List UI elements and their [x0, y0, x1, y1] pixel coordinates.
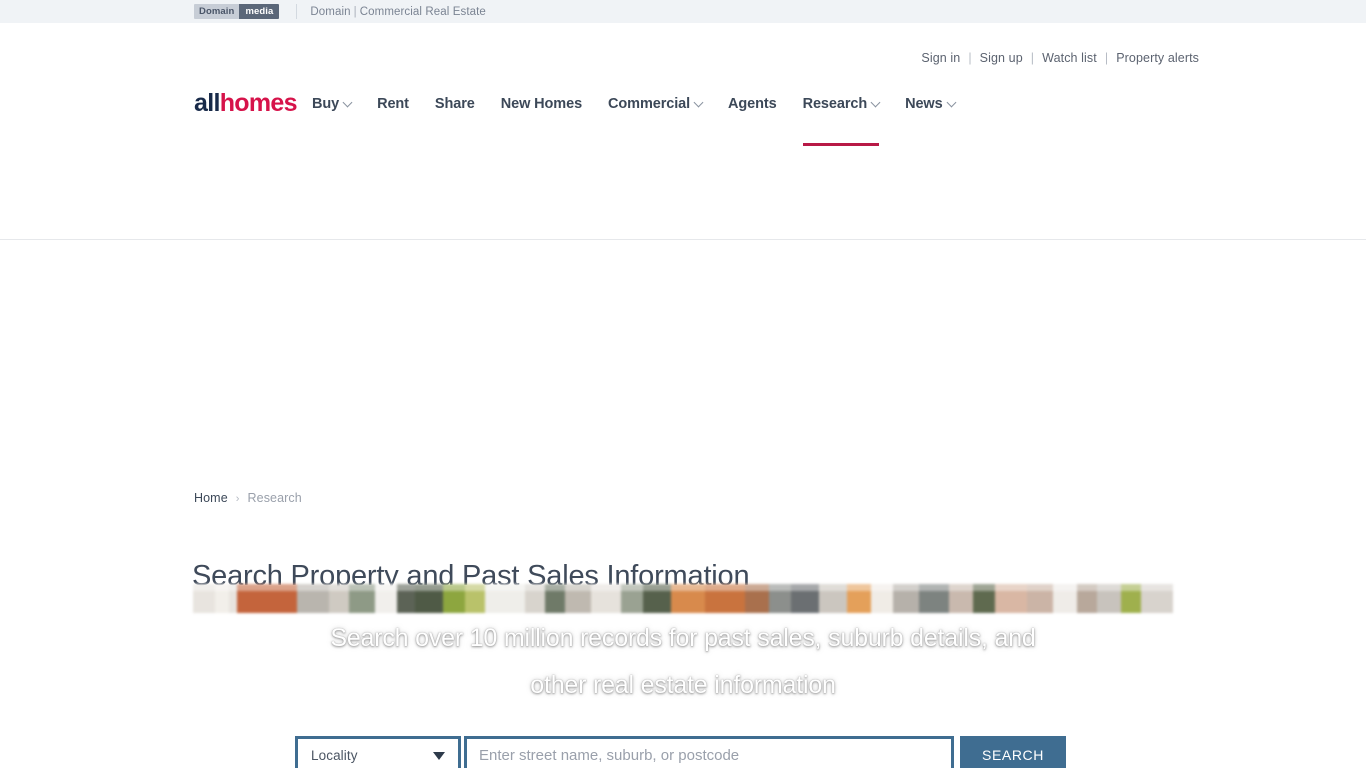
nav-item-share-label: Share: [434, 96, 475, 112]
account-links: Sign in | Sign up | Watch list | Property aler…: [920, 51, 1200, 65]
site-header: Sign in | Sign up | Watch list | Property aler…: [0, 23, 1366, 240]
nav-item-rent-label: Rent: [377, 96, 409, 112]
topbar-link-domain[interactable]: Domain: [310, 6, 350, 18]
nav-item-agents[interactable]: Agents: [728, 91, 777, 117]
top-utility-bar: Domain media Domain | Commercial Real Estat…: [0, 0, 1366, 23]
hero-caption: Search over 10 million records for past …: [193, 615, 1173, 709]
breadcrumb-home[interactable]: Home: [194, 491, 228, 505]
nav-item-new-homes[interactable]: New Homes: [501, 91, 582, 117]
nav-item-new-homes-label: New Homes: [500, 96, 583, 112]
nav-item-buy[interactable]: Buy: [312, 91, 353, 117]
hero-caption-line-2: other real estate information: [530, 671, 836, 699]
search-button[interactable]: SEARCH: [960, 736, 1066, 768]
nav-item-buy-label: Buy: [312, 96, 340, 112]
chevron-down-icon: [342, 97, 353, 108]
breadcrumb-arrow-icon: ›: [235, 493, 240, 505]
property-alerts-link[interactable]: Property alerts: [1115, 51, 1200, 65]
account-separator-1: |: [968, 51, 972, 65]
topbar-link-separator: |: [353, 5, 357, 18]
account-separator-2: |: [1030, 51, 1035, 65]
breadcrumb-current: Research: [247, 491, 302, 505]
search-category-select[interactable]: Locality: [295, 736, 461, 768]
chevron-down-icon: [693, 97, 704, 108]
nav-item-rent[interactable]: Rent: [377, 91, 409, 117]
domain-media-logo-media: media: [239, 4, 280, 19]
nav-item-agents-label: Agents: [728, 96, 777, 112]
allhomes-logo-all: all: [194, 89, 220, 117]
chevron-down-icon: [870, 97, 881, 108]
nav-item-news[interactable]: News: [905, 91, 957, 117]
topbar-link-commercial-real-estate[interactable]: Commercial Real Estate: [360, 6, 486, 18]
allhomes-logo[interactable]: allhomes: [194, 89, 297, 117]
nav-item-commercial[interactable]: Commercial: [608, 91, 704, 117]
domain-media-logo-domain: Domain: [194, 4, 240, 19]
nav-item-research-label: Research: [802, 96, 868, 112]
nav-active-indicator: [802, 143, 880, 146]
hero-banner-image: [193, 584, 1173, 613]
breadcrumb: Home › Research: [194, 491, 302, 505]
watch-list-link[interactable]: Watch list: [1041, 51, 1098, 65]
main-navigation: Buy Rent Share New Homes Commercial Agen…: [312, 91, 957, 146]
top-utility-bar-inner: Domain media Domain | Commercial Real Estat…: [0, 0, 1366, 23]
search-category-value: Locality: [311, 747, 358, 763]
property-search-bar: Locality SEARCH: [295, 736, 1066, 768]
topbar-divider: [296, 4, 298, 19]
sign-up-link[interactable]: Sign up: [979, 51, 1024, 65]
account-separator-3: |: [1104, 51, 1109, 65]
chevron-down-icon: [946, 97, 957, 108]
allhomes-logo-homes: homes: [219, 89, 298, 117]
hero-caption-line-1: Search over 10 million records for past …: [330, 624, 1036, 652]
search-input[interactable]: [467, 739, 951, 768]
topbar-links: Domain | Commercial Real Estate: [310, 6, 486, 18]
nav-item-research[interactable]: Research: [802, 91, 881, 146]
hero-rooftops-graphic: [193, 584, 1173, 613]
nav-item-share[interactable]: Share: [435, 91, 475, 117]
nav-item-commercial-label: Commercial: [608, 96, 691, 112]
domain-media-logo[interactable]: Domain media: [194, 4, 280, 19]
sign-in-link[interactable]: Sign in: [920, 51, 961, 65]
search-input-wrapper: [464, 736, 954, 768]
nav-item-news-label: News: [905, 96, 943, 112]
chevron-down-icon: [433, 752, 445, 760]
